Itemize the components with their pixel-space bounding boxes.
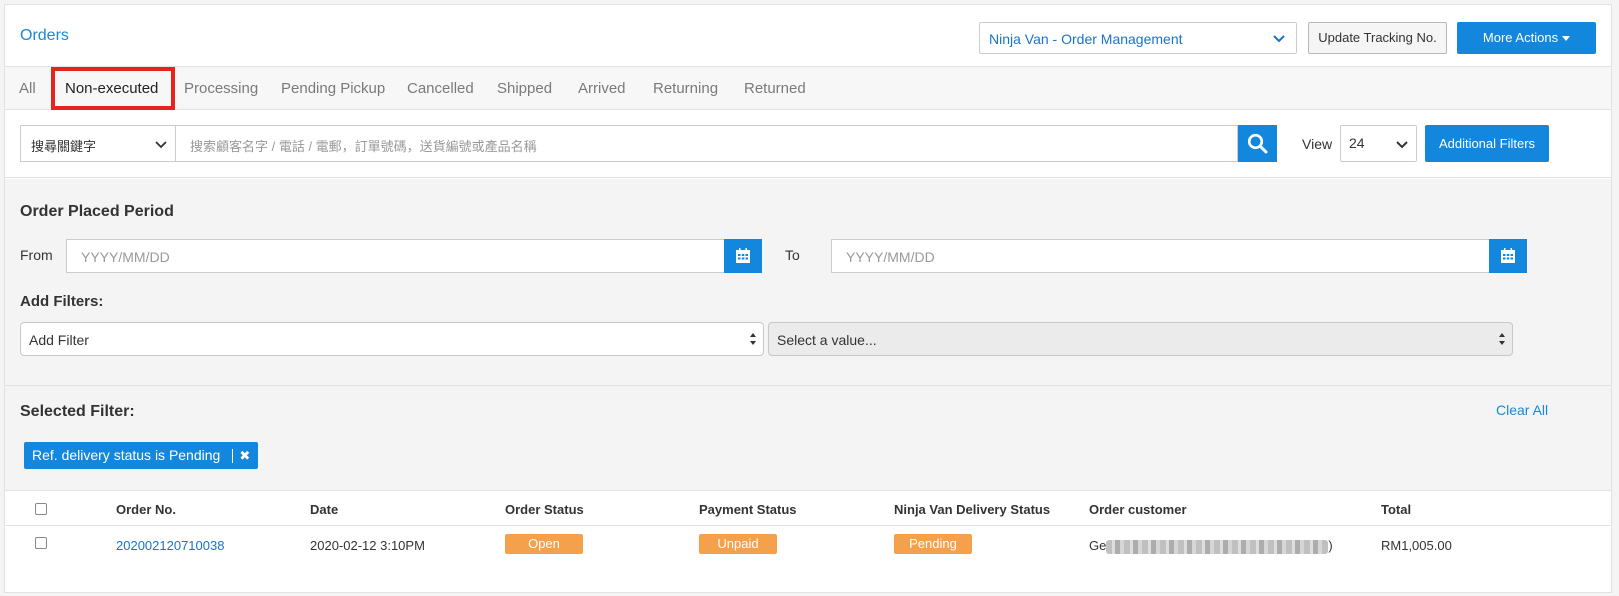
customer-name-end: ) bbox=[1328, 538, 1333, 553]
filter-chip: Ref. delivery status is Pending ✖ bbox=[24, 442, 259, 469]
order-date: 2020-02-12 3:10PM bbox=[310, 538, 425, 553]
order-number-link[interactable]: 202002120710038 bbox=[116, 538, 224, 553]
chevron-down-icon bbox=[1273, 35, 1285, 43]
search-bar: 搜尋關鍵字 搜索顧客名字 / 電話 / 電郵，訂單號碼，送貨編號或產品名稱 Vi… bbox=[5, 111, 1611, 178]
row-checkbox[interactable] bbox=[35, 537, 47, 549]
filter-value-text: Select a value... bbox=[777, 332, 877, 348]
to-date-input[interactable]: YYYY/MM/DD bbox=[831, 239, 1490, 273]
view-count-select[interactable]: 24 bbox=[1340, 125, 1417, 162]
calendar-icon bbox=[736, 248, 750, 263]
from-calendar-button[interactable] bbox=[724, 239, 762, 273]
tab-returning[interactable]: Returning bbox=[653, 80, 718, 97]
add-filter-value: Add Filter bbox=[29, 332, 89, 348]
view-count-value: 24 bbox=[1349, 135, 1365, 151]
updown-arrows-icon bbox=[1499, 333, 1505, 345]
page-header: Orders Ninja Van - Order Management Upda… bbox=[5, 5, 1611, 67]
keyword-select[interactable]: 搜尋關鍵字 bbox=[20, 125, 175, 162]
customer-name-start: Ge bbox=[1089, 538, 1107, 553]
from-date-input[interactable]: YYYY/MM/DD bbox=[66, 239, 725, 273]
calendar-icon bbox=[1501, 248, 1515, 263]
column-order-no[interactable]: Order No. bbox=[116, 502, 176, 517]
to-label: To bbox=[785, 247, 800, 263]
column-total[interactable]: Total bbox=[1381, 502, 1411, 517]
keyword-select-value: 搜尋關鍵字 bbox=[31, 139, 97, 154]
search-button[interactable] bbox=[1238, 125, 1277, 162]
select-all-checkbox[interactable] bbox=[35, 503, 47, 515]
update-tracking-button[interactable]: Update Tracking No. bbox=[1308, 22, 1447, 54]
filter-value-select[interactable]: Select a value... bbox=[768, 322, 1513, 356]
search-icon bbox=[1247, 133, 1268, 154]
tab-processing[interactable]: Processing bbox=[184, 80, 258, 97]
more-actions-label: More Actions bbox=[1482, 30, 1559, 45]
tab-arrived[interactable]: Arrived bbox=[578, 80, 626, 97]
order-customer: Ge) bbox=[1089, 538, 1333, 554]
redacted-customer-name bbox=[1106, 539, 1329, 554]
shop-selector[interactable]: Ninja Van - Order Management bbox=[979, 22, 1297, 54]
clear-all-link[interactable]: Clear All bbox=[1496, 402, 1548, 418]
filter-area: Order Placed Period From YYYY/MM/DD To Y… bbox=[5, 179, 1611, 491]
table-row: 202002120710038 2020-02-12 3:10PM Open U… bbox=[5, 526, 1611, 566]
add-filter-select[interactable]: Add Filter bbox=[20, 322, 764, 356]
filter-chip-label: Ref. delivery status is Pending bbox=[32, 447, 221, 463]
from-label: From bbox=[20, 247, 53, 263]
updown-arrows-icon bbox=[750, 333, 756, 345]
order-placed-period-title: Order Placed Period bbox=[20, 203, 174, 220]
tab-cancelled[interactable]: Cancelled bbox=[407, 80, 474, 97]
tab-all[interactable]: All bbox=[19, 80, 36, 97]
order-status-badge: Open bbox=[505, 534, 583, 554]
chip-divider bbox=[232, 449, 234, 464]
chevron-down-icon bbox=[155, 141, 167, 149]
delivery-status-badge: Pending bbox=[894, 534, 972, 554]
column-payment-status[interactable]: Payment Status bbox=[699, 502, 797, 517]
to-calendar-button[interactable] bbox=[1489, 239, 1527, 273]
column-order-status[interactable]: Order Status bbox=[505, 502, 584, 517]
column-order-customer[interactable]: Order customer bbox=[1089, 502, 1187, 517]
divider bbox=[5, 385, 1611, 386]
order-total: RM1,005.00 bbox=[1381, 538, 1452, 553]
add-filters-title: Add Filters: bbox=[20, 293, 104, 310]
page-title: Orders bbox=[20, 27, 69, 44]
tab-returned[interactable]: Returned bbox=[744, 80, 806, 97]
chevron-down-icon bbox=[1396, 141, 1408, 149]
payment-status-badge: Unpaid bbox=[699, 534, 777, 554]
orders-panel: Orders Ninja Van - Order Management Upda… bbox=[4, 4, 1612, 593]
additional-filters-button[interactable]: Additional Filters bbox=[1425, 125, 1549, 162]
tab-pending-pickup[interactable]: Pending Pickup bbox=[281, 80, 385, 97]
tab-shipped[interactable]: Shipped bbox=[497, 80, 552, 97]
column-delivery-status[interactable]: Ninja Van Delivery Status bbox=[894, 502, 1050, 517]
status-tabs: All Non-executed Processing Pending Pick… bbox=[5, 67, 1611, 110]
column-date[interactable]: Date bbox=[310, 502, 338, 517]
shop-selector-value: Ninja Van - Order Management bbox=[989, 31, 1183, 47]
view-label: View bbox=[1302, 136, 1333, 152]
remove-filter-icon[interactable]: ✖ bbox=[239, 442, 250, 469]
tab-non-executed[interactable]: Non-executed bbox=[65, 80, 158, 97]
caret-down-icon bbox=[1562, 36, 1571, 42]
search-input[interactable]: 搜索顧客名字 / 電話 / 電郵，訂單號碼，送貨編號或產品名稱 bbox=[175, 125, 1238, 162]
selected-filter-title: Selected Filter: bbox=[20, 403, 135, 420]
orders-table-header: Order No. Date Order Status Payment Stat… bbox=[5, 492, 1611, 526]
more-actions-button[interactable]: More Actions bbox=[1457, 22, 1596, 54]
